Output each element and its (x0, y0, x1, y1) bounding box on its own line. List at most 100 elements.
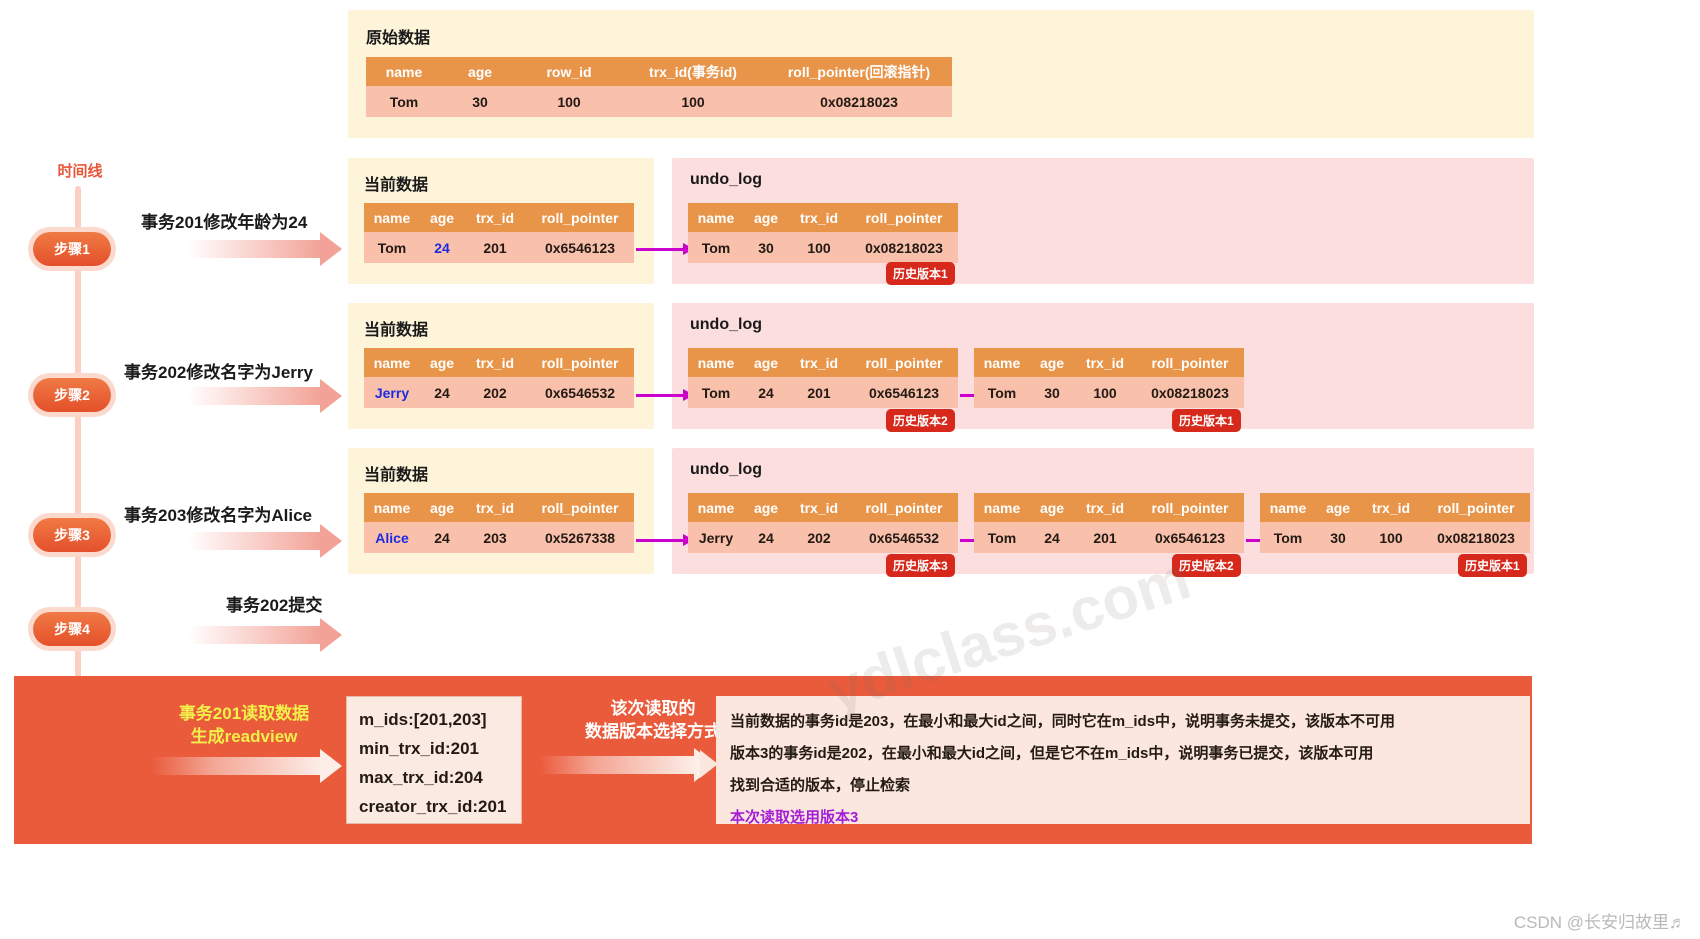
col-age: age (1039, 499, 1065, 516)
step3-caption: 事务203修改名字为Alice (124, 506, 312, 525)
step3-undo-table-2: name age trx_id roll_pointer Tom 24 201 … (974, 493, 1244, 553)
readview-field-max-trx-id: max_trx_id:204 (359, 768, 483, 787)
selection-caption: 该次读取的 数据版本选择方式 (578, 698, 728, 744)
diagram-canvas: 原始数据 name age row_id trx_id(事务id) roll_p… (0, 0, 1700, 939)
col-row-id: row_id (546, 63, 592, 80)
step-node-2[interactable]: 步骤2 (33, 378, 111, 412)
step2-undo-table-1: name age trx_id roll_pointer Tom 24 201 … (688, 348, 958, 408)
version-badge: 历史版本2 (886, 409, 955, 432)
cell-trx-id: 203 (483, 529, 507, 546)
col-age: age (429, 354, 455, 371)
watermark-corner: CSDN @长安归故里♬ (1513, 913, 1686, 932)
cell-name: Jerry (698, 529, 734, 546)
readview-caption-line2: 生成readview (190, 726, 298, 746)
cell-name: Tom (389, 93, 419, 110)
version-badge: 历史版本1 (1172, 409, 1241, 432)
step2-pointer-arrow-1 (636, 389, 694, 401)
step3-current-title: 当前数据 (364, 467, 429, 484)
col-trx-id: trx_id (475, 354, 515, 371)
col-roll-pointer: roll_pointer (541, 354, 619, 371)
readview-field-creator-trx-id: creator_trx_id:201 (359, 797, 507, 816)
table-row: Jerry 24 202 0x6546532 (364, 377, 634, 408)
cell-name: Tom (701, 239, 731, 256)
col-age: age (429, 499, 455, 516)
cell-roll-pointer: 0x08218023 (820, 93, 898, 110)
table-row: Tom 24 201 0x6546123 (364, 232, 634, 263)
cell-age: 30 (1330, 529, 1346, 546)
cell-age: 24 (758, 384, 774, 401)
version-badge: 历史版本1 (886, 262, 955, 285)
col-trx-id: trx_id (1371, 499, 1411, 516)
table-header-row: name age trx_id roll_pointer (688, 348, 958, 377)
cell-trx-id: 201 (483, 239, 507, 256)
step3-current-table: name age trx_id roll_pointer Alice 24 20… (364, 493, 634, 553)
table-header-row: name age trx_id roll_pointer (974, 493, 1244, 522)
cell-name: Jerry (374, 384, 410, 401)
cell-row-id: 100 (557, 93, 581, 110)
cell-trx-id: 202 (807, 529, 831, 546)
table-header-row: name age trx_id roll_pointer (688, 203, 958, 232)
table-header-row: name age trx_id roll_pointer (974, 348, 1244, 377)
step3-pointer-arrow-1 (636, 534, 694, 546)
step2-current-table: name age trx_id roll_pointer Jerry 24 20… (364, 348, 634, 408)
cell-trx-id: 201 (807, 384, 831, 401)
col-trx-id: trx_id (799, 209, 839, 226)
table-header-row: name age trx_id roll_pointer (688, 493, 958, 522)
cell-roll-pointer: 0x6546123 (1154, 529, 1226, 546)
step4-caption: 事务202提交 (226, 596, 323, 615)
table-row: Tom 30 100 100 0x08218023 (366, 86, 952, 117)
table-header-row: name age trx_id roll_pointer (364, 493, 634, 522)
table-row: Tom 24 201 0x6546123 (688, 377, 958, 408)
cell-age: 30 (1044, 384, 1060, 401)
col-name: name (373, 499, 411, 516)
col-age: age (429, 209, 455, 226)
step2-undo-title: undo_log (690, 316, 762, 333)
step4-arrow (188, 618, 342, 652)
step3-arrow (188, 524, 342, 558)
step1-pointer-arrow (636, 243, 694, 255)
readview-fields-box: m_ids:[201,203] min_trx_id:201 max_trx_i… (346, 696, 522, 824)
step3-undo-table-3: name age trx_id roll_pointer Tom 30 100 … (1260, 493, 1530, 553)
col-roll-pointer: roll_pointer (541, 499, 619, 516)
col-roll-pointer: roll_pointer (541, 209, 619, 226)
step2-undo-table-2: name age trx_id roll_pointer Tom 30 100 … (974, 348, 1244, 408)
col-roll-pointer: roll_pointer (1151, 354, 1229, 371)
table-row: Tom 30 100 0x08218023 (688, 232, 958, 263)
col-name: name (385, 63, 423, 80)
col-roll-pointer: roll_pointer (865, 499, 943, 516)
col-roll-pointer: roll_pointer (865, 354, 943, 371)
col-name: name (1269, 499, 1307, 516)
col-trx-id: trx_id (1085, 499, 1125, 516)
description-line-1: 当前数据的事务id是203，在最小和最大id之间，同时它在m_ids中，说明事务… (730, 713, 1396, 730)
version-badge: 历史版本3 (886, 554, 955, 577)
readview-arrow (152, 749, 342, 783)
col-name: name (983, 499, 1021, 516)
readview-caption-line1: 事务201读取数据 (178, 704, 310, 723)
description-conclusion: 本次读取选用版本3 (730, 809, 859, 826)
step1-undo-title: undo_log (690, 171, 762, 188)
cell-age: 30 (472, 93, 488, 110)
cell-roll-pointer: 0x6546123 (544, 239, 616, 256)
cell-name: Tom (1273, 529, 1303, 546)
selection-caption-line1: 该次读取的 (610, 699, 696, 718)
table-header-row: name age trx_id roll_pointer (1260, 493, 1530, 522)
col-name: name (697, 354, 735, 371)
step-node-1[interactable]: 步骤1 (33, 232, 111, 266)
col-trx-id: trx_id(事务id) (649, 63, 737, 80)
cell-trx-id: 201 (1093, 529, 1117, 546)
col-age: age (753, 209, 779, 226)
col-age: age (467, 63, 493, 80)
table-row: Jerry 24 202 0x6546532 (688, 522, 958, 553)
step-node-3[interactable]: 步骤3 (33, 518, 111, 552)
cell-name: Tom (987, 384, 1017, 401)
version-badge: 历史版本2 (1172, 554, 1241, 577)
table-header-row: name age row_id trx_id(事务id) roll_pointe… (366, 57, 952, 86)
col-name: name (697, 499, 735, 516)
cell-name: Tom (377, 239, 407, 256)
step2-current-title: 当前数据 (364, 322, 429, 339)
col-trx-id: trx_id (475, 209, 515, 226)
col-age: age (753, 499, 779, 516)
description-box: 当前数据的事务id是203，在最小和最大id之间，同时它在m_ids中，说明事务… (716, 696, 1530, 826)
step-node-4[interactable]: 步骤4 (33, 612, 111, 646)
col-roll-pointer: roll_pointer (865, 209, 943, 226)
